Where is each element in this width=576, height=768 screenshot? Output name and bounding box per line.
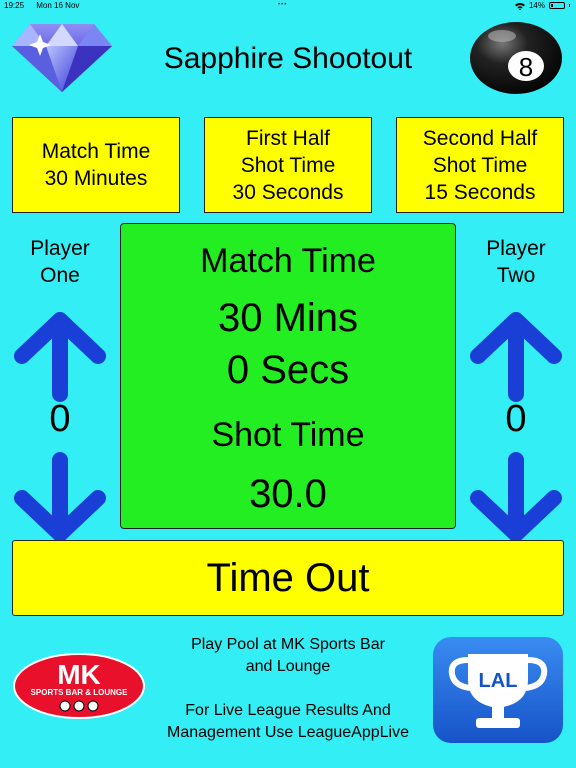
second-half-shot-time-setting-button[interactable]: Second Half Shot Time 15 Seconds (396, 117, 564, 213)
match-time-setting-button[interactable]: Match Time 30 Minutes (12, 117, 180, 213)
pool-ball-icon (59, 700, 71, 712)
lal-logo-text: LAL (479, 670, 518, 692)
status-date: Mon 16 Nov (36, 1, 80, 10)
player-two-label: Player Two (486, 237, 546, 287)
player-two-score: 0 (505, 398, 527, 440)
first-half-shot-time-setting-button[interactable]: First Half Shot Time 30 Seconds (204, 117, 372, 213)
match-minutes: 30 Mins (217, 296, 359, 340)
multitasking-dots-icon[interactable]: ••• (278, 2, 287, 8)
diamond-icon (12, 24, 112, 92)
battery-icon (549, 2, 565, 9)
match-time-label: Match Time (200, 242, 376, 280)
player-one-score: 0 (49, 398, 71, 440)
status-time: 19:25 (4, 1, 25, 10)
svg-text:8: 8 (519, 52, 533, 82)
mk-logo-subtext: SPORTS BAR & LOUNGE (31, 688, 129, 697)
player-two-decrement-arrow-down-icon[interactable] (468, 452, 564, 544)
page-title: Sapphire Shootout (163, 42, 413, 75)
footer-promo-text: Play Pool at MK Sports Bar and Lounge (191, 636, 385, 675)
league-app-live-logo[interactable]: LAL (432, 636, 564, 744)
wifi-icon (514, 2, 525, 10)
shot-time-value: 30.0 (249, 472, 327, 516)
status-bar: 19:25 Mon 16 Nov ••• 14% (0, 0, 576, 12)
shot-time-label: Shot Time (211, 416, 365, 454)
football-icon (87, 700, 99, 712)
battery-percent: 14% (528, 1, 545, 10)
player-one-increment-arrow-up-icon[interactable] (12, 310, 108, 402)
timer-panel[interactable]: Match Time 30 Mins 0 Secs Shot Time 30.0 (120, 223, 456, 529)
footer-league-text: For Live League Results And Management U… (167, 702, 409, 741)
time-out-button[interactable]: Time Out (12, 540, 564, 616)
mk-sports-bar-logo[interactable]: MK SPORTS BAR & LOUNGE (12, 652, 146, 720)
dartboard-icon (73, 700, 85, 712)
time-out-label: Time Out (206, 555, 370, 600)
mk-logo-text: MK (57, 659, 101, 690)
player-two-increment-arrow-up-icon[interactable] (468, 310, 564, 402)
match-seconds: 0 Secs (226, 348, 350, 392)
player-one-decrement-arrow-down-icon[interactable] (12, 452, 108, 544)
eight-ball-icon: 8 (470, 22, 562, 94)
player-one-label: Player One (30, 237, 90, 287)
